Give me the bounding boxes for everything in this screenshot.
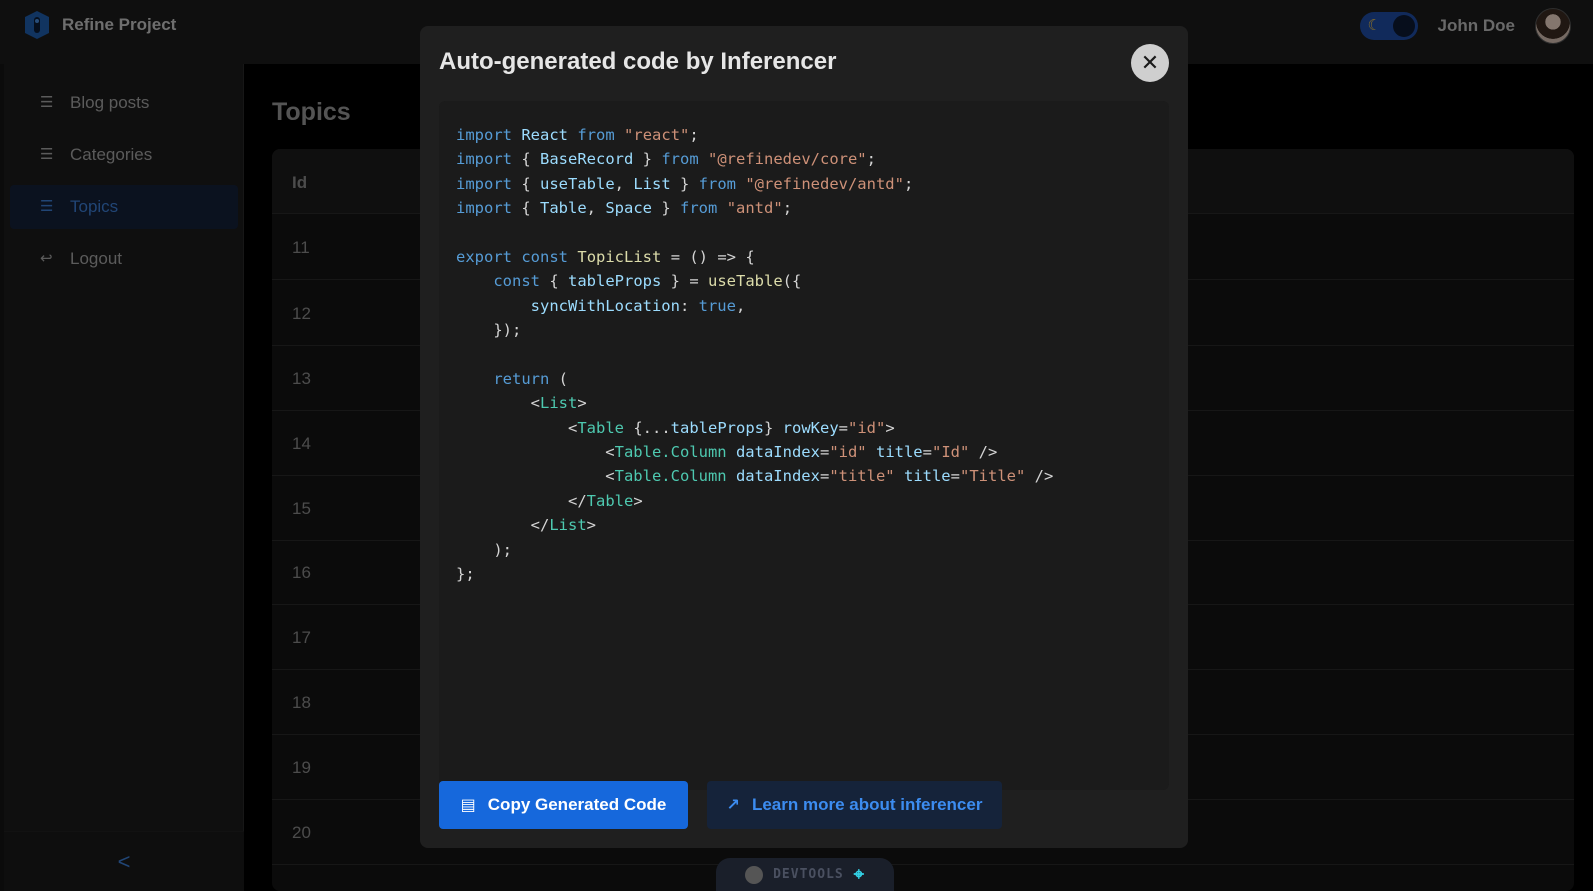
app-root: Refine Project ☾ John Doe ☰ Blog posts ☰… xyxy=(0,0,1593,891)
code-line: </Table> xyxy=(456,491,643,510)
copy-generated-code-button[interactable]: ▤ Copy Generated Code xyxy=(439,781,688,829)
code-line: const { tableProps } = useTable({ xyxy=(493,272,802,291)
code-line: ); xyxy=(456,540,512,559)
devtools-panel-toggle[interactable]: DEVTOOLS ⌖ xyxy=(716,858,894,891)
code-line: import { Table, Space } from "antd"; xyxy=(456,199,793,218)
clipboard-icon: ▤ xyxy=(460,797,476,814)
code-line: }); xyxy=(456,321,522,340)
generated-code-block[interactable]: import React from "react"; import { Base… xyxy=(439,101,1169,790)
code-line: <List> xyxy=(456,394,587,413)
code-line: import { BaseRecord } from "@refinedev/c… xyxy=(456,150,876,169)
code-line: }; xyxy=(456,565,475,584)
devtools-label: DEVTOOLS xyxy=(773,867,844,882)
copy-button-label: Copy Generated Code xyxy=(487,795,667,814)
close-button[interactable]: ✕ xyxy=(1131,44,1169,82)
code-line: import { useTable, List } from "@refined… xyxy=(456,174,914,193)
code-line: <Table.Column dataIndex="title" title="T… xyxy=(456,467,1054,486)
code-line: syncWithLocation: true, xyxy=(530,296,746,315)
code-line: <Table {...tableProps} rowKey="id"> xyxy=(456,418,895,437)
external-link-icon: ↗ xyxy=(726,797,740,814)
learn-button-label: Learn more about inferencer xyxy=(751,795,983,814)
code-line: <Table.Column dataIndex="id" title="Id" … xyxy=(456,443,998,462)
code-line: export const TopicList = () => { xyxy=(456,247,755,266)
code-line: </List> xyxy=(456,516,596,535)
learn-more-inferencer-button[interactable]: ↗ Learn more about inferencer xyxy=(707,781,1002,829)
code-line: return ( xyxy=(493,369,568,388)
inferencer-code-modal: Auto-generated code by Inferencer ✕ impo… xyxy=(420,26,1188,848)
refine-devtools-logo-icon xyxy=(745,865,764,884)
code-line: import React from "react"; xyxy=(456,126,699,144)
modal-title: Auto-generated code by Inferencer xyxy=(439,48,837,75)
close-icon: ✕ xyxy=(1140,50,1160,75)
crosshair-icon[interactable]: ⌖ xyxy=(854,864,865,885)
